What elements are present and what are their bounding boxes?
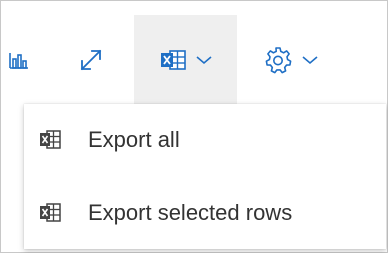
chart-button[interactable] [1, 15, 37, 104]
excel-table-icon [39, 130, 61, 150]
chevron-down-icon [195, 55, 212, 65]
bar-chart-icon [9, 50, 29, 70]
chevron-down-icon [302, 55, 318, 65]
expand-diagonal-icon [79, 48, 103, 72]
export-dropdown-button[interactable] [134, 15, 237, 104]
gear-icon [264, 46, 292, 74]
toolbar [1, 1, 387, 104]
expand-button[interactable] [63, 15, 119, 104]
settings-dropdown-button[interactable] [243, 15, 339, 104]
excel-table-icon [160, 49, 186, 71]
excel-table-icon [39, 203, 61, 223]
export-menu: Export all Export selected rows [24, 104, 386, 249]
menu-item-label: Export selected rows [88, 200, 293, 225]
menu-item-export-selected-rows[interactable]: Export selected rows [24, 177, 386, 249]
window-frame: Export all Export selected rows [0, 0, 388, 253]
menu-item-label: Export all [88, 127, 180, 152]
menu-item-export-all[interactable]: Export all [24, 104, 386, 176]
